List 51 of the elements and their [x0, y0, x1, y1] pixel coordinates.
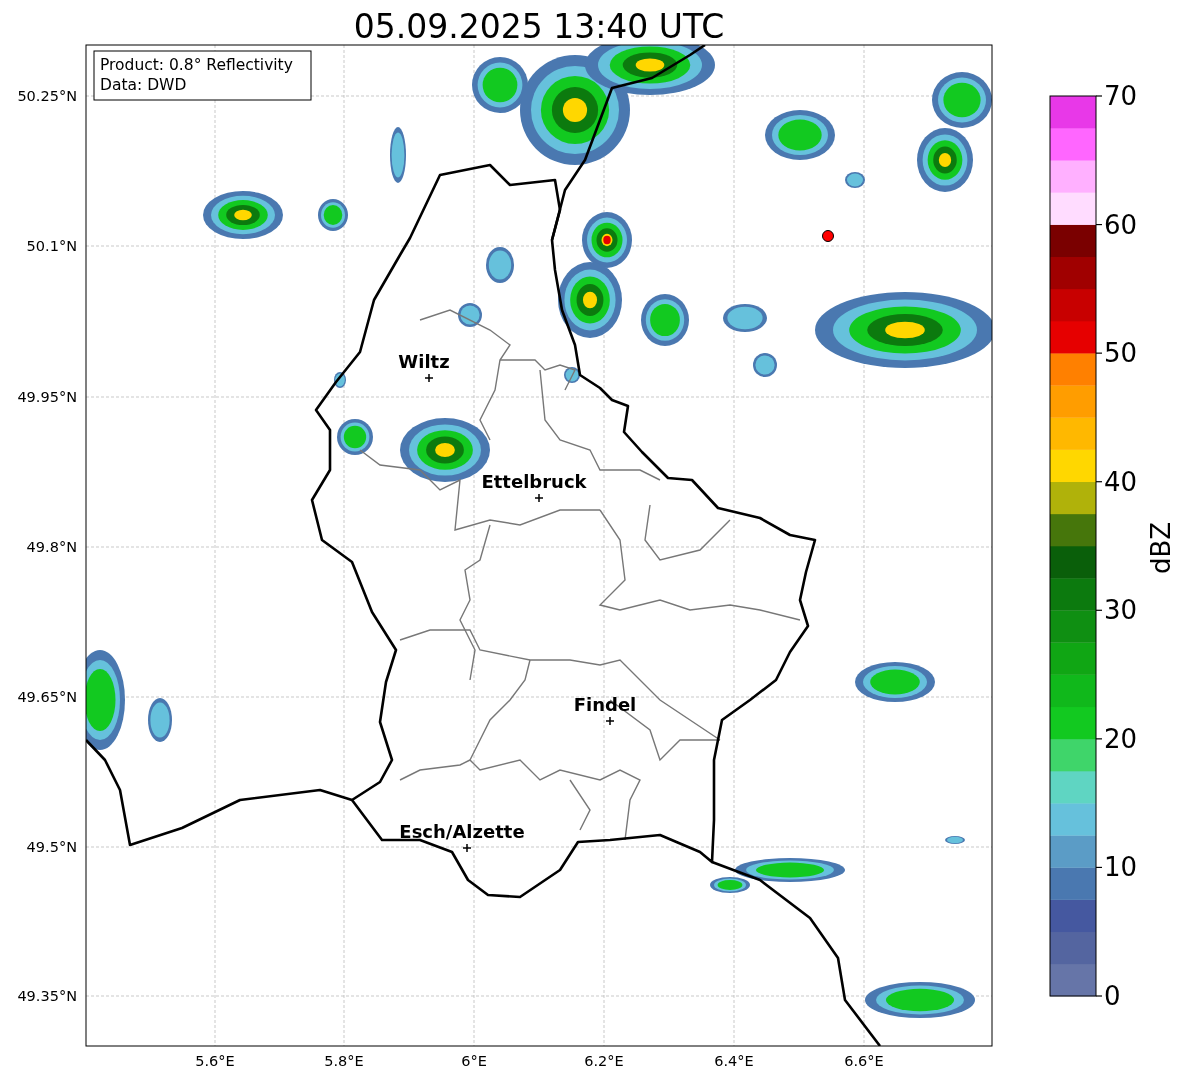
info-text: Data: DWD — [100, 76, 187, 94]
city-marker-icon — [534, 493, 544, 503]
city-label: Findel — [573, 694, 637, 715]
radar-echo — [486, 247, 514, 283]
radar-echo — [458, 303, 482, 327]
latitude-label: 49.5°N — [26, 839, 77, 855]
radar-site-marker — [822, 230, 834, 242]
radar-echo — [753, 353, 777, 377]
radar-echo — [945, 836, 965, 844]
latitude-label: 49.65°N — [17, 689, 77, 705]
city-marker-icon — [424, 373, 434, 383]
colorbar-tick-label: 40 — [1104, 466, 1138, 497]
chart-title: 05.09.2025 13:40 UTC — [353, 7, 725, 46]
radar-echo — [318, 199, 348, 231]
radar-echo — [917, 128, 973, 192]
longitude-label: 6.4°E — [714, 1053, 754, 1069]
latitude-label: 49.35°N — [17, 988, 77, 1004]
colorbar-tick-label: 30 — [1104, 595, 1138, 626]
city-marker-icon — [462, 843, 472, 853]
latitude-label: 49.95°N — [17, 389, 77, 405]
colorbar-tick-label: 70 — [1104, 81, 1138, 111]
longitude-label: 6.2°E — [584, 1053, 624, 1069]
longitude-label: 6°E — [461, 1053, 487, 1069]
colorbar-tick-label: 10 — [1104, 852, 1138, 883]
longitude-label: 5.8°E — [324, 1053, 364, 1069]
city-label: Ettelbruck — [481, 471, 587, 492]
colorbar-label: dBZ — [1146, 521, 1176, 575]
latitude-label: 50.1°N — [26, 238, 77, 254]
latitude-label: 49.8°N — [26, 539, 77, 555]
radar-echo — [564, 367, 580, 383]
info-text: Product: 0.8° Reflectivity — [100, 56, 293, 74]
radar-echo — [334, 372, 346, 388]
city-label: Wiltz — [398, 351, 450, 372]
colorbar-tick-label: 0 — [1104, 981, 1121, 1011]
radar-echo — [582, 212, 632, 268]
city-label: Esch/Alzette — [399, 821, 525, 842]
radar-echo — [765, 110, 835, 160]
radar-echo — [337, 419, 373, 455]
radar-echo — [148, 698, 172, 742]
colorbar-tick-label: 20 — [1104, 723, 1138, 754]
radar-echo — [641, 294, 689, 346]
longitude-label: 6.6°E — [844, 1053, 884, 1069]
latitude-label: 50.25°N — [17, 88, 77, 104]
radar-echo — [932, 72, 992, 128]
radar-echo — [723, 304, 767, 332]
city-marker-icon — [605, 716, 615, 726]
radar-echo — [390, 127, 406, 183]
colorbar-tick-label: 50 — [1104, 338, 1138, 369]
colorbar-tick-label: 60 — [1104, 209, 1138, 240]
longitude-label: 5.6°E — [195, 1053, 235, 1069]
radar-echo — [845, 172, 865, 188]
